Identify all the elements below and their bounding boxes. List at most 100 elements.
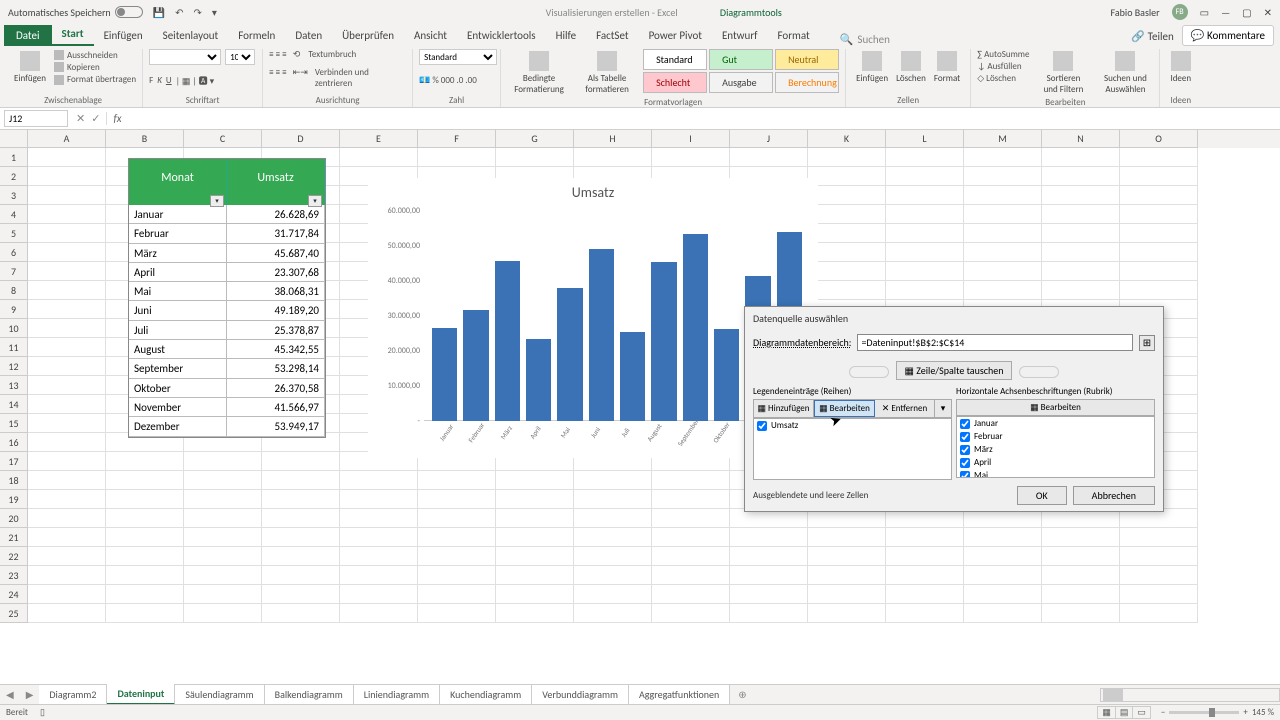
cell[interactable] <box>1042 186 1120 205</box>
tab-formeln[interactable]: Formeln <box>228 25 285 46</box>
font-size-select[interactable]: 10 <box>225 49 255 65</box>
cell[interactable] <box>1042 205 1120 224</box>
sheet-nav-prev[interactable]: ◀ <box>0 688 20 701</box>
sheet-tab-säulendiagramm[interactable]: Säulendiagramm <box>175 685 264 704</box>
cell[interactable] <box>496 528 574 547</box>
ok-button[interactable]: OK <box>1017 486 1067 505</box>
cell[interactable] <box>496 566 574 585</box>
row-header-6[interactable]: 6 <box>0 243 28 262</box>
cell[interactable] <box>28 490 106 509</box>
category-item[interactable]: Februar <box>957 430 1154 443</box>
cell[interactable] <box>28 528 106 547</box>
cell[interactable] <box>886 281 964 300</box>
fill-button[interactable]: ↓ Ausfüllen <box>977 61 1029 72</box>
close-icon[interactable]: ✕ <box>1264 6 1272 19</box>
column-header-L[interactable]: L <box>886 130 964 148</box>
cancel-button[interactable]: Abbrechen <box>1073 486 1155 505</box>
row-header-5[interactable]: 5 <box>0 224 28 243</box>
row-header-22[interactable]: 22 <box>0 547 28 566</box>
cell[interactable] <box>496 471 574 490</box>
tab-ansicht[interactable]: Ansicht <box>404 25 457 46</box>
cell[interactable] <box>808 243 886 262</box>
cell[interactable] <box>28 376 106 395</box>
cell[interactable] <box>262 509 340 528</box>
cell[interactable] <box>886 167 964 186</box>
row-header-13[interactable]: 13 <box>0 376 28 395</box>
cell[interactable] <box>730 566 808 585</box>
row-header-23[interactable]: 23 <box>0 566 28 585</box>
cell[interactable] <box>730 528 808 547</box>
column-header-M[interactable]: M <box>964 130 1042 148</box>
sheet-tab-aggregatfunktionen[interactable]: Aggregatfunktionen <box>629 685 730 704</box>
cell[interactable] <box>886 243 964 262</box>
zoom-out-icon[interactable]: − <box>1161 707 1165 718</box>
sheet-tab-dateninput[interactable]: Dateninput <box>107 684 175 705</box>
wrap-text-button[interactable]: Textumbruch <box>308 49 356 60</box>
zoom-in-icon[interactable]: + <box>1243 707 1247 718</box>
worksheet-grid[interactable]: ABCDEFGHIJKLMNO 123456789101112131415161… <box>0 130 1280 656</box>
comments-button[interactable]: 💬 Kommentare <box>1182 25 1274 46</box>
cell[interactable] <box>808 205 886 224</box>
cell[interactable] <box>496 547 574 566</box>
cell[interactable] <box>652 148 730 167</box>
select-all-corner[interactable] <box>0 130 28 148</box>
horizontal-scrollbar[interactable] <box>1100 688 1280 702</box>
cell[interactable] <box>886 547 964 566</box>
cell[interactable] <box>262 604 340 623</box>
cell-style-gut[interactable]: Gut <box>709 49 773 70</box>
cell[interactable] <box>1120 224 1198 243</box>
cell[interactable] <box>1120 547 1198 566</box>
cell[interactable] <box>1042 585 1120 604</box>
insert-cells-button[interactable]: Einfügen <box>852 49 892 86</box>
column-header-O[interactable]: O <box>1120 130 1198 148</box>
cell[interactable] <box>1120 262 1198 281</box>
font-family-select[interactable] <box>149 49 221 65</box>
cell[interactable] <box>574 490 652 509</box>
cell[interactable] <box>964 148 1042 167</box>
chart-bar[interactable] <box>620 332 645 421</box>
cell[interactable] <box>964 243 1042 262</box>
cell[interactable] <box>28 604 106 623</box>
cell[interactable] <box>808 604 886 623</box>
cell[interactable] <box>574 604 652 623</box>
avatar[interactable]: FB <box>1172 4 1188 20</box>
cell[interactable] <box>1120 167 1198 186</box>
cell[interactable] <box>106 566 184 585</box>
cell[interactable] <box>964 224 1042 243</box>
add-sheet-button[interactable]: ⊕ <box>730 688 754 701</box>
macro-record-icon[interactable]: ▯ <box>40 707 45 718</box>
cell[interactable] <box>106 490 184 509</box>
cell[interactable] <box>886 585 964 604</box>
tab-überprüfen[interactable]: Überprüfen <box>332 25 404 46</box>
cell[interactable] <box>262 471 340 490</box>
sheet-tab-diagramm2[interactable]: Diagramm2 <box>39 685 107 704</box>
cell[interactable] <box>106 471 184 490</box>
cell[interactable] <box>1120 281 1198 300</box>
filter-dropdown-month[interactable] <box>129 197 227 205</box>
minimize-icon[interactable]: — <box>1221 6 1230 19</box>
cell[interactable] <box>28 148 106 167</box>
tab-hilfe[interactable]: Hilfe <box>546 25 586 46</box>
fx-icon[interactable]: fx <box>106 112 127 125</box>
collapse-dialog-icon[interactable]: ⊞ <box>1139 335 1155 351</box>
column-header-J[interactable]: J <box>730 130 808 148</box>
cell[interactable] <box>106 452 184 471</box>
edit-axis-labels-button[interactable]: ▦ Bearbeiten <box>957 400 1154 415</box>
cell[interactable] <box>1042 604 1120 623</box>
cell[interactable] <box>1120 585 1198 604</box>
cell[interactable] <box>964 281 1042 300</box>
column-header-I[interactable]: I <box>652 130 730 148</box>
cell[interactable] <box>886 148 964 167</box>
cell[interactable] <box>262 585 340 604</box>
cell[interactable] <box>418 490 496 509</box>
cell[interactable] <box>106 528 184 547</box>
row-header-20[interactable]: 20 <box>0 509 28 528</box>
remove-series-button[interactable]: ✕ Entfernen <box>875 400 935 417</box>
save-icon[interactable]: 💾 <box>153 6 165 19</box>
cancel-formula-icon[interactable]: ✕ <box>76 112 85 125</box>
cell[interactable] <box>496 148 574 167</box>
cell[interactable] <box>1120 148 1198 167</box>
cell[interactable] <box>730 547 808 566</box>
maximize-icon[interactable]: ▢ <box>1242 6 1251 19</box>
cell[interactable] <box>340 148 418 167</box>
